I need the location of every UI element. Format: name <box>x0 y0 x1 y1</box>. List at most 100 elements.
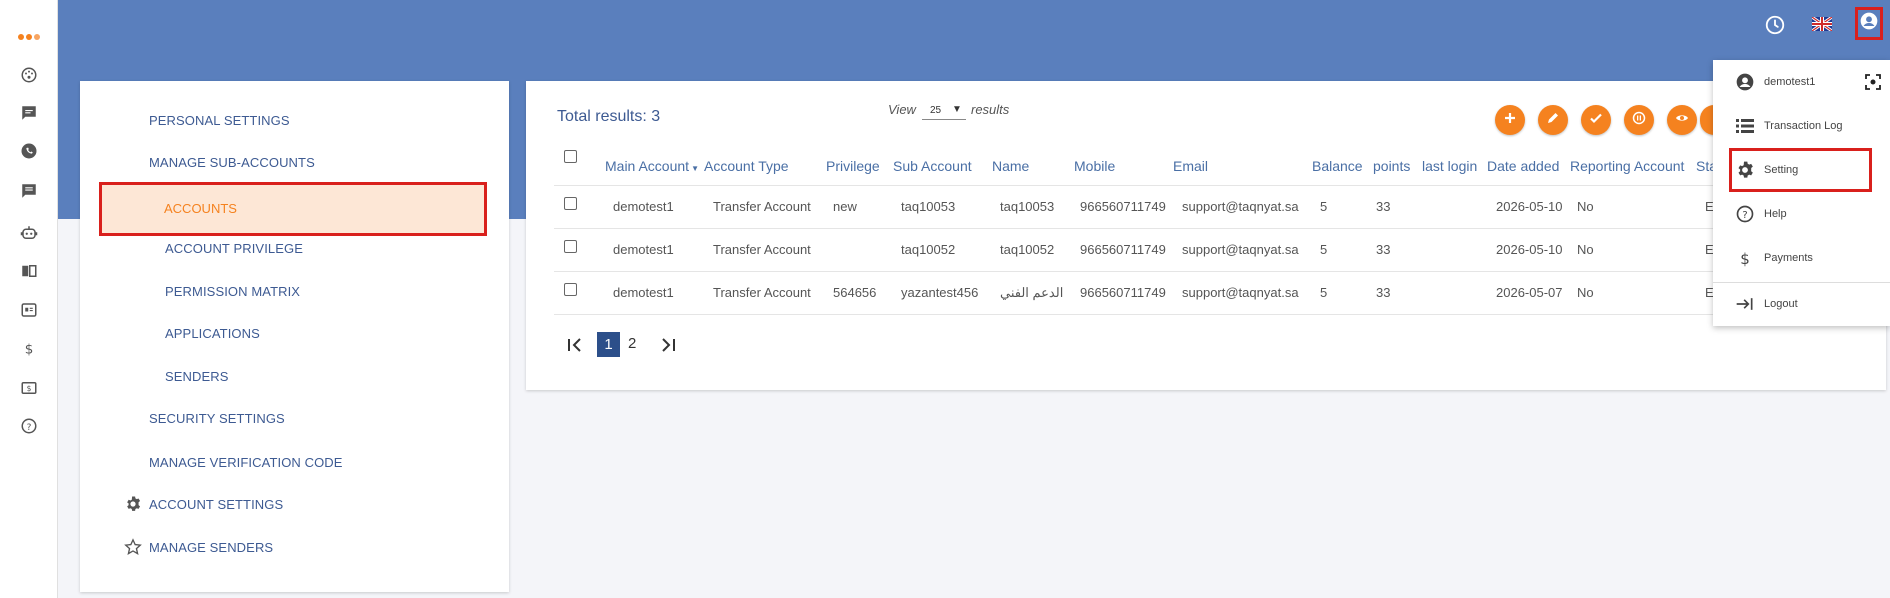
col-reporting-account[interactable]: Reporting Account <box>1570 158 1684 174</box>
col-balance[interactable]: Balance <box>1312 158 1363 174</box>
svg-text:$: $ <box>27 384 32 393</box>
sidebar-item-manage-senders[interactable]: MANAGE SENDERS <box>149 540 273 555</box>
col-points[interactable]: points <box>1373 158 1410 174</box>
cell-sub-account: yazantest456 <box>901 285 979 300</box>
dashboard-icon[interactable] <box>17 63 41 87</box>
message-icon[interactable] <box>17 179 41 203</box>
sidebar-item-account-privilege[interactable]: ACCOUNT PRIVILEGE <box>165 241 303 256</box>
col-main-account[interactable]: Main Account ▼ <box>605 158 699 174</box>
row-checkbox[interactable] <box>564 240 577 253</box>
cell-sub-account: taq10053 <box>901 199 956 214</box>
sidebar-item-personal-settings[interactable]: PERSONAL SETTINGS <box>149 113 290 128</box>
bot-icon[interactable] <box>17 221 41 245</box>
uk-flag-icon[interactable] <box>1811 15 1833 33</box>
contacts-icon[interactable] <box>17 298 41 322</box>
dots-icon[interactable] <box>17 25 41 49</box>
table-row[interactable]: demotest1 Transfer Account 564656 yazant… <box>554 271 1884 315</box>
cell-reporting: No <box>1577 285 1594 300</box>
cell-email: support@taqnyat.sa <box>1182 285 1299 300</box>
cell-name: الدعم الفني <box>1000 285 1064 300</box>
sidebar-item-manage-sub-accounts[interactable]: MANAGE SUB-ACCOUNTS <box>149 155 315 170</box>
sidebar-item-accounts-active[interactable]: ACCOUNTS <box>99 182 487 236</box>
col-name[interactable]: Name <box>992 158 1029 174</box>
view-button[interactable] <box>1667 105 1697 135</box>
first-page-icon[interactable] <box>566 335 586 355</box>
cell-sub-account: taq10052 <box>901 242 956 257</box>
account-circle-icon <box>1859 11 1879 36</box>
menu-item-setting[interactable]: Setting <box>1713 148 1890 192</box>
menu-item-label: demotest1 <box>1764 76 1816 88</box>
book-icon[interactable] <box>17 259 41 283</box>
cell-account-type: Transfer Account <box>713 242 811 257</box>
view-icon <box>1675 111 1689 130</box>
menu-item-label: Payments <box>1764 252 1813 264</box>
edit-button[interactable] <box>1538 105 1568 135</box>
dollar-icon[interactable]: $ <box>17 336 41 360</box>
menu-item-help[interactable]: ? Help <box>1713 192 1890 236</box>
cell-name: taq10053 <box>1000 199 1055 214</box>
menu-item-label: Setting <box>1764 164 1799 176</box>
settings-sidebar: PERSONAL SETTINGS MANAGE SUB-ACCOUNTS AC… <box>80 81 509 592</box>
cell-date-added: 2026-05-07 <box>1496 285 1563 300</box>
page-size-select[interactable]: 25 ▼ <box>922 101 966 120</box>
menu-item-label: Transaction Log <box>1764 120 1843 132</box>
sidebar-item-account-settings[interactable]: ACCOUNT SETTINGS <box>149 497 283 512</box>
sidebar-item-applications[interactable]: APPLICATIONS <box>165 326 260 341</box>
cell-mobile: 966560711749 <box>1080 242 1166 257</box>
col-last-login[interactable]: last login <box>1422 158 1477 174</box>
view-label: View <box>888 102 916 117</box>
cell-mobile: 966560711749 <box>1080 285 1166 300</box>
col-account-type[interactable]: Account Type <box>704 158 789 174</box>
col-privilege[interactable]: Privilege <box>826 158 880 174</box>
page-size-value: 25 <box>930 105 942 116</box>
focus-icon[interactable] <box>1865 74 1881 90</box>
cell-main-account: demotest1 <box>613 199 674 214</box>
more-button[interactable] <box>1700 105 1714 135</box>
last-page-icon[interactable] <box>657 335 677 355</box>
menu-item-transaction-log[interactable]: Transaction Log <box>1713 104 1890 148</box>
clock-icon[interactable] <box>1764 14 1786 36</box>
help-icon[interactable]: ? <box>17 414 41 438</box>
col-sub-account[interactable]: Sub Account <box>893 158 972 174</box>
menu-item-payments[interactable]: $ Payments <box>1713 236 1890 280</box>
col-email[interactable]: Email <box>1173 158 1208 174</box>
pause-button[interactable] <box>1624 105 1654 135</box>
total-results: Total results: 3 <box>557 108 661 125</box>
sidebar-item-senders[interactable]: SENDERS <box>165 369 229 384</box>
row-checkbox[interactable] <box>564 283 577 296</box>
cell-email: support@taqnyat.sa <box>1182 242 1299 257</box>
help-icon: ? <box>1735 204 1755 224</box>
account-circle-icon <box>1735 72 1755 92</box>
sidebar-item-security-settings[interactable]: SECURITY SETTINGS <box>149 411 285 426</box>
cell-privilege: new <box>833 199 857 214</box>
approve-button[interactable] <box>1581 105 1611 135</box>
cell-email: support@taqnyat.sa <box>1182 199 1299 214</box>
row-checkbox[interactable] <box>564 197 577 210</box>
table-row[interactable]: demotest1 Transfer Account taq10052 taq1… <box>554 228 1884 271</box>
billing-icon[interactable]: $ <box>17 376 41 400</box>
whatsapp-icon[interactable] <box>17 139 41 163</box>
menu-item-logout[interactable]: Logout <box>1713 282 1890 326</box>
chat-icon[interactable] <box>17 101 41 125</box>
col-date-added[interactable]: Date added <box>1487 158 1559 174</box>
cell-reporting: No <box>1577 199 1594 214</box>
dollar-icon: $ <box>1735 248 1755 268</box>
left-nav-rail: $ $ ? <box>0 0 58 598</box>
page-1-button[interactable]: 1 <box>597 332 620 357</box>
cell-name: taq10052 <box>1000 242 1055 257</box>
star-icon <box>124 538 142 556</box>
menu-item-profile[interactable]: demotest1 <box>1713 60 1890 104</box>
add-button[interactable] <box>1495 105 1525 135</box>
cell-balance: 5 <box>1320 285 1328 300</box>
cell-main-account: demotest1 <box>613 242 674 257</box>
table-row[interactable]: demotest1 Transfer Account new taq10053 … <box>554 185 1884 228</box>
select-all-checkbox[interactable] <box>564 150 577 163</box>
page-2-button[interactable]: 2 <box>628 335 636 352</box>
sidebar-item-permission-matrix[interactable]: PERMISSION MATRIX <box>165 284 300 299</box>
account-menu-button[interactable] <box>1855 7 1883 40</box>
chevron-down-icon: ▼ <box>952 104 962 115</box>
add-icon <box>1503 111 1517 130</box>
menu-item-label: Help <box>1764 208 1787 220</box>
sidebar-item-manage-verification-code[interactable]: MANAGE VERIFICATION CODE <box>149 455 343 470</box>
col-mobile[interactable]: Mobile <box>1074 158 1115 174</box>
